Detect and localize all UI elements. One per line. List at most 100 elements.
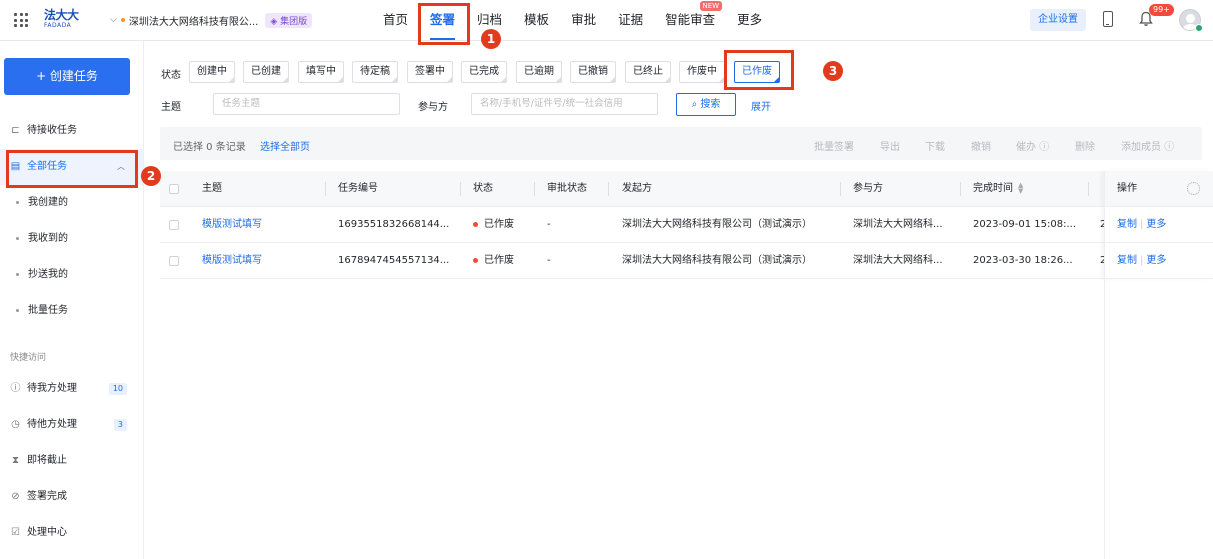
mobile-phone-icon[interactable] bbox=[1103, 11, 1113, 27]
sidebar-subitem-received[interactable]: 我收到的 bbox=[0, 221, 143, 257]
column-header-task-no: 任务编号 bbox=[338, 183, 378, 194]
step-marker-2: 2 bbox=[141, 166, 161, 186]
nav-approval[interactable]: 审批 bbox=[560, 0, 607, 40]
status-chip-signing[interactable]: 签署中 bbox=[407, 61, 453, 83]
sidebar: + 创建任务 ⊏ 待接收任务 ▤ 全部任务 ︿ 我创建的 我收到的 抄送我的 批… bbox=[0, 41, 144, 559]
logo-text-en: FADADA bbox=[44, 22, 72, 29]
bulk-sign-button[interactable]: 批量签署 bbox=[814, 138, 854, 153]
edit-doc-icon: ☑ bbox=[11, 527, 20, 538]
fadada-logo[interactable]: 法大大 FADADA bbox=[44, 9, 84, 33]
row-checkbox[interactable] bbox=[169, 256, 179, 266]
status-chip-terminated[interactable]: 已终止 bbox=[625, 61, 671, 83]
revoke-button[interactable]: 撤销 bbox=[971, 138, 991, 153]
nav-smart-review-label: 智能审查 bbox=[665, 12, 716, 27]
org-switcher[interactable]: ⌵ 深圳法大大网络科技有限公... ◈ 集团版 bbox=[110, 12, 313, 28]
sidebar-item-label: 处理中心 bbox=[27, 527, 67, 538]
org-name: 深圳法大大网络科技有限公... bbox=[128, 16, 259, 28]
download-button[interactable]: 下载 bbox=[925, 138, 945, 153]
sort-icon: ▲ ▼ bbox=[1018, 181, 1024, 195]
row-initiator: 深圳法大大网络科技有限公司（测试演示） bbox=[622, 219, 812, 230]
select-all-checkbox[interactable] bbox=[169, 184, 179, 194]
sidebar-item-label: 待他方处理 bbox=[27, 419, 77, 430]
nav-smart-review[interactable]: 智能审查 NEW bbox=[654, 0, 726, 40]
create-task-button[interactable]: + 创建任务 bbox=[4, 58, 130, 95]
new-badge: NEW bbox=[699, 1, 723, 11]
sidebar-item-signed-complete[interactable]: ⊘ 签署完成 bbox=[0, 479, 143, 515]
row-approval-status: - bbox=[547, 219, 551, 230]
subject-input[interactable]: 任务主题 bbox=[213, 93, 400, 115]
sidebar-subitem-created-by-me[interactable]: 我创建的 bbox=[0, 185, 143, 221]
sidebar-subitem-batch-tasks[interactable]: 批量任务 bbox=[0, 293, 143, 329]
status-chip-filling[interactable]: 填写中 bbox=[298, 61, 344, 83]
row-finish-time: 2023-03-30 18:26... bbox=[973, 255, 1073, 266]
info-icon: ⓘ bbox=[1039, 142, 1050, 153]
verified-status-dot bbox=[1195, 24, 1203, 32]
gear-icon[interactable] bbox=[1187, 182, 1200, 195]
nav-template[interactable]: 模板 bbox=[513, 0, 560, 40]
operation-row: 复制 | 更多 bbox=[1105, 207, 1213, 243]
row-subject-link[interactable]: 模版测试填写 bbox=[202, 243, 262, 279]
participant-filter-label: 参与方 bbox=[418, 102, 448, 113]
participant-input[interactable]: 名称/手机号/证件号/统一社会信用 bbox=[471, 93, 658, 115]
status-chip-completed[interactable]: 已完成 bbox=[461, 61, 507, 83]
status-chip-overdue[interactable]: 已逾期 bbox=[516, 61, 562, 83]
status-chip-created[interactable]: 已创建 bbox=[243, 61, 289, 83]
export-button[interactable]: 导出 bbox=[880, 138, 900, 153]
copy-link[interactable]: 复制 bbox=[1117, 255, 1137, 266]
sidebar-item-label: 待接收任务 bbox=[27, 125, 77, 136]
status-chip-pending-finalize[interactable]: 待定稿 bbox=[352, 61, 398, 83]
row-subject-link[interactable]: 模版测试填写 bbox=[202, 207, 262, 243]
column-divider bbox=[325, 182, 326, 196]
nav-evidence[interactable]: 证据 bbox=[607, 0, 654, 40]
row-status: 已作废 bbox=[473, 207, 514, 243]
row-task-no: 1693551832668144... bbox=[338, 219, 450, 230]
status-chip-voiding[interactable]: 作废中 bbox=[679, 61, 725, 83]
sidebar-item-label: 待我方处理 bbox=[27, 383, 77, 394]
sidebar-item-process-center[interactable]: ☑ 处理中心 bbox=[0, 515, 143, 551]
operation-column: 操作 复制 | 更多 复制 | 更多 bbox=[1104, 171, 1213, 279]
status-chip-creating[interactable]: 创建中 bbox=[189, 61, 235, 83]
add-member-button[interactable]: 添加成员 ⓘ bbox=[1121, 138, 1174, 153]
count-badge: 10 bbox=[108, 383, 127, 395]
selected-count: 已选择 0 条记录 bbox=[173, 142, 246, 153]
sidebar-item-pending-mine[interactable]: ⓘ 待我方处理 10 bbox=[0, 371, 143, 407]
status-dot bbox=[473, 221, 478, 227]
row-status: 已作废 bbox=[473, 243, 514, 279]
notification-count-badge: 99+ bbox=[1149, 4, 1174, 16]
column-shadow-line bbox=[1104, 279, 1105, 559]
clock-alert-icon: ⓘ bbox=[10, 383, 21, 394]
hourglass-icon: ⧗ bbox=[11, 455, 20, 466]
delete-button[interactable]: 删除 bbox=[1075, 138, 1095, 153]
row-checkbox[interactable] bbox=[169, 220, 179, 230]
column-header-approval-status: 审批状态 bbox=[547, 183, 587, 194]
more-link[interactable]: 更多 bbox=[1146, 255, 1166, 266]
more-link[interactable]: 更多 bbox=[1146, 219, 1166, 230]
top-bar: 法大大 FADADA ⌵ 深圳法大大网络科技有限公... ◈ 集团版 首页 签署… bbox=[0, 0, 1213, 41]
step-marker-3: 3 bbox=[823, 61, 843, 81]
search-button[interactable]: ⌕ 搜索 bbox=[676, 93, 736, 116]
highlight-box-sign-nav bbox=[418, 3, 470, 45]
search-icon: ⌕ bbox=[691, 99, 698, 110]
status-chip-revoked[interactable]: 已撤销 bbox=[570, 61, 616, 83]
nav-home[interactable]: 首页 bbox=[372, 0, 419, 40]
step-marker-1: 1 bbox=[481, 29, 501, 49]
nav-more[interactable]: 更多 bbox=[726, 0, 773, 40]
sidebar-subitem-cc-me[interactable]: 抄送我的 bbox=[0, 257, 143, 293]
bulk-action-bar: 已选择 0 条记录 选择全部页 批量签署 导出 下载 撤销 催办 ⓘ 删除 添加… bbox=[160, 127, 1202, 160]
select-all-pages-link[interactable]: 选择全部页 bbox=[260, 138, 310, 153]
copy-link[interactable]: 复制 bbox=[1117, 219, 1137, 230]
quick-access-title: 快捷访问 bbox=[10, 353, 47, 363]
status-filter-label: 状态 bbox=[161, 70, 181, 81]
sidebar-item-pending-others[interactable]: ◷ 待他方处理 3 bbox=[0, 407, 143, 443]
column-divider bbox=[608, 182, 609, 196]
column-divider bbox=[840, 182, 841, 196]
sidebar-item-due-soon[interactable]: ⧗ 即将截止 bbox=[0, 443, 143, 479]
expand-filters-link[interactable]: 展开 bbox=[751, 98, 771, 113]
subject-filter-label: 主题 bbox=[161, 102, 181, 113]
column-header-initiator: 发起方 bbox=[622, 183, 652, 194]
app-grid-icon[interactable] bbox=[14, 13, 28, 27]
enterprise-settings-button[interactable]: 企业设置 bbox=[1030, 9, 1086, 31]
column-header-finish-time[interactable]: 完成时间 ▲ ▼ bbox=[973, 171, 1023, 207]
urge-button[interactable]: 催办 ⓘ bbox=[1016, 138, 1049, 153]
sidebar-item-pending-receive[interactable]: ⊏ 待接收任务 bbox=[0, 113, 143, 149]
